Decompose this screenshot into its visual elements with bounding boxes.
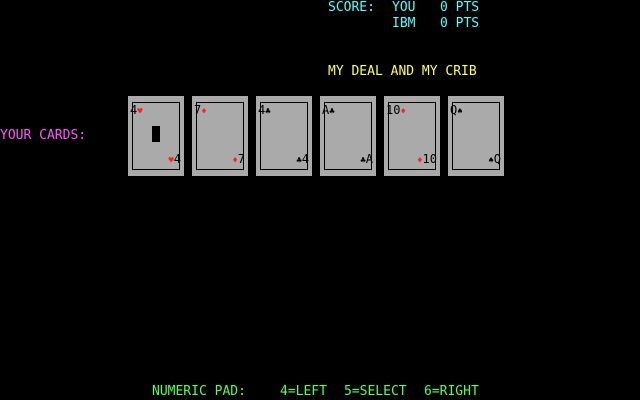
card-suit-icon: ♦	[201, 107, 207, 117]
card-suit-icon: ♦	[400, 107, 406, 117]
card-corner-top: A♣	[322, 104, 335, 118]
card-corner-bottom: ♠Q	[488, 153, 501, 167]
card-corner-top: 4♥	[130, 104, 143, 118]
card-3[interactable]: A♣ ♣A	[320, 96, 376, 176]
score-label: SCORE:	[328, 0, 375, 15]
card-corner-top: Q♠	[450, 104, 463, 118]
hand-label: YOUR CARDS:	[0, 128, 87, 143]
card-suit-icon: ♣	[265, 107, 271, 117]
card-corner-top: 4♣	[258, 104, 271, 118]
card-rank: 10	[386, 103, 401, 117]
player-name: YOU	[392, 0, 416, 15]
card-2[interactable]: 4♣ ♣4	[256, 96, 312, 176]
card-0[interactable]: 4♥ ♥4	[128, 96, 184, 176]
player-score: 0 PTS	[440, 0, 480, 15]
card-rank: Q	[493, 152, 501, 166]
computer-name: IBM	[392, 16, 416, 31]
card-corner-bottom: ♦10	[417, 153, 437, 167]
card-corner-top: 10♦	[386, 104, 406, 118]
card-rank: 4	[173, 152, 181, 166]
card-rank: 7	[237, 152, 245, 166]
card-1[interactable]: 7♦ ♦7	[192, 96, 248, 176]
card-rank: 10	[422, 152, 437, 166]
card-4[interactable]: 10♦ ♦10	[384, 96, 440, 176]
card-corner-bottom: ♣A	[360, 153, 373, 167]
card-corner-bottom: ♣4	[296, 153, 309, 167]
footer-select-hint: 5=SELECT	[344, 384, 407, 399]
card-rank: A	[365, 152, 373, 166]
computer-score: 0 PTS	[440, 16, 480, 31]
card-5[interactable]: Q♠ ♠Q	[448, 96, 504, 176]
card-corner-top: 7♦	[194, 104, 207, 118]
card-corner-bottom: ♥4	[168, 153, 181, 167]
footer-left-hint: 4=LEFT	[280, 384, 327, 399]
card-rank: 4	[301, 152, 309, 166]
card-suit-icon: ♣	[329, 107, 335, 117]
footer-label: NUMERIC PAD:	[152, 384, 246, 399]
deal-status: MY DEAL AND MY CRIB	[328, 64, 477, 79]
card-suit-icon: ♥	[137, 107, 143, 117]
selection-cursor	[152, 126, 160, 142]
card-suit-icon: ♠	[457, 107, 463, 117]
card-corner-bottom: ♦7	[232, 153, 245, 167]
footer-right-hint: 6=RIGHT	[424, 384, 479, 399]
